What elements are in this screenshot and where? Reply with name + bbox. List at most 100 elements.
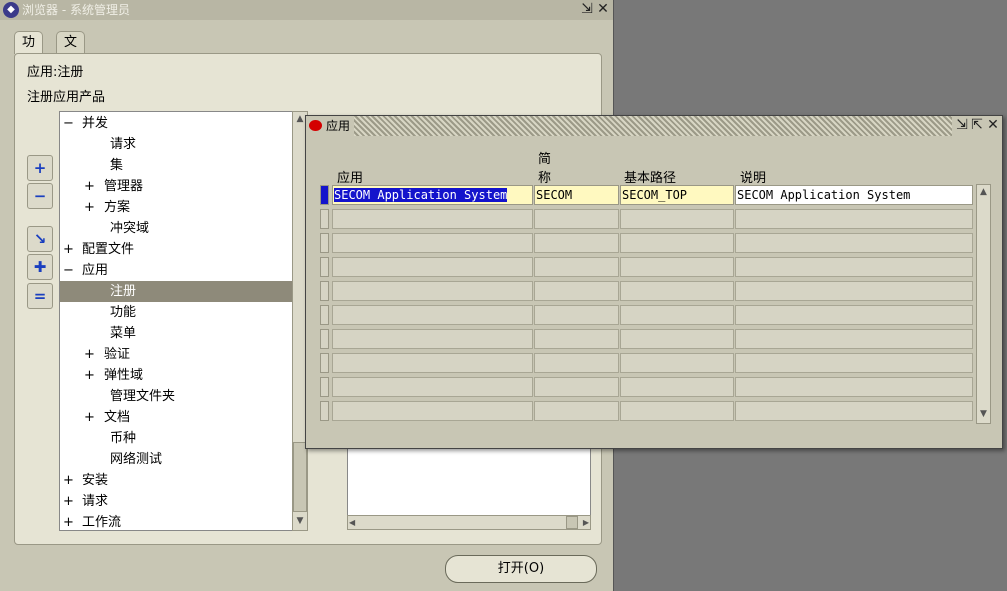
tree-item[interactable]: + 工作流 bbox=[60, 512, 292, 530]
empty-cell[interactable] bbox=[620, 377, 734, 397]
row-indicator[interactable] bbox=[320, 209, 329, 229]
empty-cell[interactable] bbox=[620, 329, 734, 349]
row-indicator[interactable] bbox=[320, 329, 329, 349]
empty-cell[interactable] bbox=[735, 233, 973, 253]
h-scroll-thumb[interactable] bbox=[566, 516, 578, 529]
scroll-left-icon[interactable]: ◀ bbox=[349, 516, 355, 529]
empty-cell[interactable] bbox=[735, 377, 973, 397]
expand-all-button[interactable]: ✚ bbox=[27, 254, 53, 280]
tree-item[interactable]: + 请求 bbox=[60, 491, 292, 512]
collapse-node-icon[interactable]: − bbox=[63, 260, 74, 281]
expand-node-icon[interactable]: + bbox=[84, 197, 95, 218]
empty-cell[interactable] bbox=[534, 281, 619, 301]
row-indicator[interactable] bbox=[320, 353, 329, 373]
row-indicator[interactable] bbox=[320, 281, 329, 301]
tree-item[interactable]: − 应用 bbox=[60, 260, 292, 281]
scroll-up-icon[interactable]: ▲ bbox=[977, 185, 990, 199]
tree-item[interactable]: 币种 bbox=[60, 428, 292, 449]
row-indicator[interactable] bbox=[320, 233, 329, 253]
scroll-down-icon[interactable]: ▼ bbox=[293, 514, 307, 528]
close-icon[interactable]: ✕ bbox=[595, 1, 611, 18]
expand-node-icon[interactable]: + bbox=[63, 239, 74, 260]
row-indicator[interactable] bbox=[320, 401, 329, 421]
grid-scrollbar[interactable]: ▲ ▼ bbox=[976, 184, 991, 424]
empty-cell[interactable] bbox=[735, 257, 973, 277]
empty-cell[interactable] bbox=[620, 209, 734, 229]
cell-description[interactable]: SECOM Application System bbox=[735, 185, 973, 205]
tree-item[interactable]: 网络测试 bbox=[60, 449, 292, 470]
maximize-icon[interactable]: ⇱ bbox=[969, 117, 985, 134]
tree-item[interactable]: 功能 bbox=[60, 302, 292, 323]
expand-node-icon[interactable]: + bbox=[63, 491, 74, 512]
row-indicator[interactable] bbox=[320, 185, 329, 205]
tree-item[interactable]: 请求 bbox=[60, 134, 292, 155]
empty-cell[interactable] bbox=[534, 305, 619, 325]
cell-app[interactable]: SECOM Application System bbox=[332, 185, 533, 205]
empty-cell[interactable] bbox=[332, 281, 533, 301]
tree-item[interactable]: 管理文件夹 bbox=[60, 386, 292, 407]
expand-node-icon[interactable]: + bbox=[63, 512, 74, 530]
minimize-icon[interactable]: ⇲ bbox=[579, 1, 595, 18]
tree-item[interactable]: 集 bbox=[60, 155, 292, 176]
open-button[interactable]: 打开(O) bbox=[445, 555, 597, 583]
empty-cell[interactable] bbox=[534, 209, 619, 229]
minimize-icon[interactable]: ⇲ bbox=[954, 117, 970, 134]
expand-node-icon[interactable]: + bbox=[84, 344, 95, 365]
row-indicator[interactable] bbox=[320, 257, 329, 277]
expand-node-icon[interactable]: + bbox=[84, 407, 95, 428]
empty-cell[interactable] bbox=[332, 233, 533, 253]
row-indicator[interactable] bbox=[320, 305, 329, 325]
empty-cell[interactable] bbox=[332, 377, 533, 397]
empty-cell[interactable] bbox=[534, 233, 619, 253]
empty-cell[interactable] bbox=[534, 377, 619, 397]
empty-cell[interactable] bbox=[534, 329, 619, 349]
list-h-scrollbar[interactable]: ◀ ▶ bbox=[347, 515, 591, 530]
tab-functions[interactable]: 功能 bbox=[14, 31, 44, 72]
empty-cell[interactable] bbox=[620, 305, 734, 325]
empty-cell[interactable] bbox=[332, 257, 533, 277]
empty-cell[interactable] bbox=[534, 401, 619, 421]
empty-cell[interactable] bbox=[332, 209, 533, 229]
tree-item[interactable]: 注册 bbox=[60, 281, 292, 302]
empty-cell[interactable] bbox=[332, 329, 533, 349]
expand-button[interactable]: + bbox=[27, 155, 53, 181]
empty-cell[interactable] bbox=[620, 257, 734, 277]
empty-cell[interactable] bbox=[534, 353, 619, 373]
empty-cell[interactable] bbox=[534, 257, 619, 277]
cell-short-name[interactable]: SECOM bbox=[534, 185, 619, 205]
empty-cell[interactable] bbox=[620, 233, 734, 253]
tree-item[interactable]: + 管理器 bbox=[60, 176, 292, 197]
empty-cell[interactable] bbox=[735, 305, 973, 325]
empty-cell[interactable] bbox=[735, 353, 973, 373]
scroll-down-icon[interactable]: ▼ bbox=[977, 407, 990, 421]
empty-cell[interactable] bbox=[735, 209, 973, 229]
tree-item[interactable]: + 验证 bbox=[60, 344, 292, 365]
empty-cell[interactable] bbox=[620, 401, 734, 421]
empty-cell[interactable] bbox=[332, 305, 533, 325]
tree-item[interactable]: 菜单 bbox=[60, 323, 292, 344]
tree-item[interactable]: 冲突域 bbox=[60, 218, 292, 239]
collapse-button[interactable]: − bbox=[27, 183, 53, 209]
expand-node-icon[interactable]: + bbox=[63, 470, 74, 491]
empty-cell[interactable] bbox=[620, 353, 734, 373]
empty-cell[interactable] bbox=[620, 281, 734, 301]
scroll-right-icon[interactable]: ▶ bbox=[583, 516, 589, 529]
empty-cell[interactable] bbox=[332, 353, 533, 373]
tree-item[interactable]: + 弹性域 bbox=[60, 365, 292, 386]
expand-node-icon[interactable]: + bbox=[84, 365, 95, 386]
empty-cell[interactable] bbox=[332, 401, 533, 421]
tab-documents[interactable]: 文档 bbox=[56, 31, 86, 72]
tree-item[interactable]: + 方案 bbox=[60, 197, 292, 218]
collapse-node-icon[interactable]: − bbox=[63, 113, 74, 134]
empty-cell[interactable] bbox=[735, 401, 973, 421]
collapse-all-button[interactable]: = bbox=[27, 283, 53, 309]
empty-cell[interactable] bbox=[735, 329, 973, 349]
expand-node-icon[interactable]: + bbox=[84, 176, 95, 197]
empty-cell[interactable] bbox=[735, 281, 973, 301]
close-icon[interactable]: ✕ bbox=[985, 117, 1001, 134]
tree-item[interactable]: − 并发 bbox=[60, 113, 292, 134]
tree-item[interactable]: + 安装 bbox=[60, 470, 292, 491]
row-indicator[interactable] bbox=[320, 377, 329, 397]
tree-item[interactable]: + 文档 bbox=[60, 407, 292, 428]
cell-base-path[interactable]: SECOM_TOP bbox=[620, 185, 734, 205]
